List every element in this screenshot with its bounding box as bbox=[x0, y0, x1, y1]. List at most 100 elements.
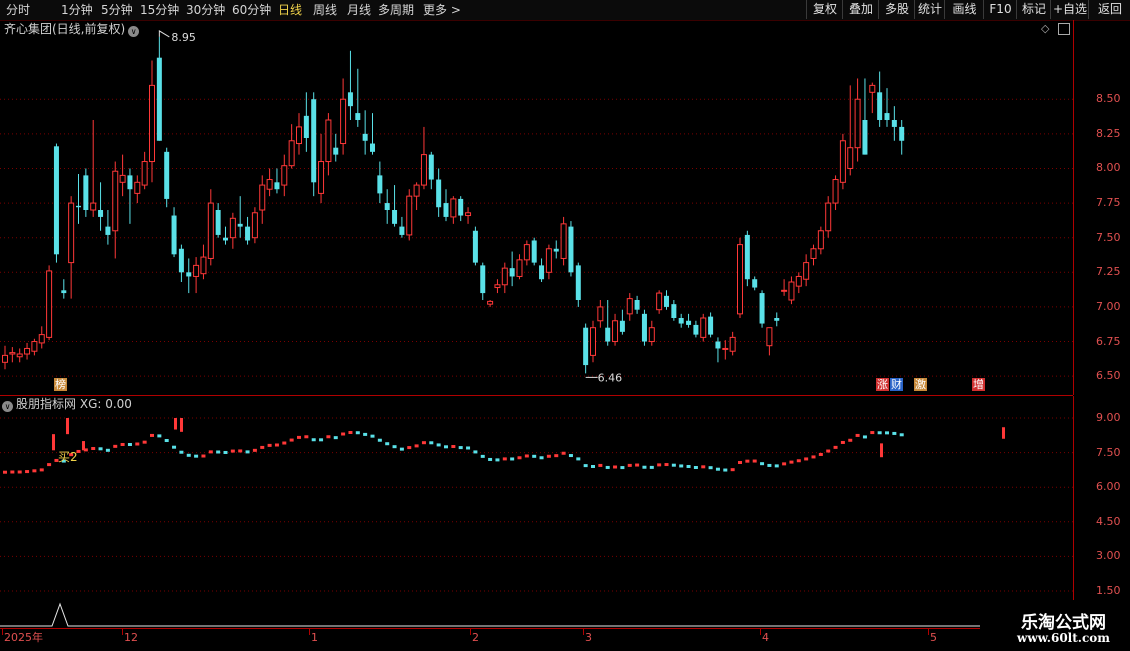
candle-body-up[interactable] bbox=[501, 267, 508, 286]
timeframe-tab-8[interactable]: 月线 bbox=[347, 2, 371, 18]
candle-body-up[interactable] bbox=[487, 300, 494, 305]
overview-strip[interactable] bbox=[0, 600, 1073, 628]
candle-body-down[interactable] bbox=[370, 143, 375, 152]
candle-body-up[interactable] bbox=[612, 320, 619, 343]
candle-body-down[interactable] bbox=[759, 293, 765, 324]
candle-body-down[interactable] bbox=[83, 175, 89, 210]
indicator-pane[interactable]: ∨ 股朋指标网 XG: 0.00 买2 bbox=[0, 396, 1073, 600]
candle-body-down[interactable] bbox=[98, 210, 104, 217]
window-toggle-icon[interactable] bbox=[1058, 23, 1070, 35]
timeframe-tab-1[interactable]: 1分钟 bbox=[61, 2, 93, 18]
candle-body-down[interactable] bbox=[333, 147, 339, 155]
candle-body-down[interactable] bbox=[480, 265, 486, 294]
candle-body-down[interactable] bbox=[671, 304, 677, 318]
timeframe-tab-0[interactable]: 分时 bbox=[6, 2, 30, 18]
chevron-down-icon[interactable]: ∨ bbox=[128, 26, 140, 37]
event-badge[interactable]: 激 bbox=[914, 378, 927, 391]
candle-body-up[interactable] bbox=[832, 179, 839, 204]
candle-body-down[interactable] bbox=[774, 318, 780, 321]
candle-body-down[interactable] bbox=[641, 313, 647, 342]
candle-body-up[interactable] bbox=[869, 84, 876, 93]
candle-body-up[interactable] bbox=[9, 352, 16, 355]
candle-body-down[interactable] bbox=[884, 113, 890, 120]
candle-body-down[interactable] bbox=[458, 198, 464, 216]
candle-body-down[interactable] bbox=[186, 272, 192, 277]
candle-body-up[interactable] bbox=[141, 161, 148, 186]
candle-body-up[interactable] bbox=[494, 284, 501, 289]
candle-body-down[interactable] bbox=[708, 316, 714, 335]
candle-body-down[interactable] bbox=[164, 151, 170, 199]
candle-body-down[interactable] bbox=[472, 230, 478, 263]
candle-body-up[interactable] bbox=[825, 202, 832, 232]
event-badge[interactable]: 涨 bbox=[876, 378, 889, 391]
diamond-icon[interactable]: ◇ bbox=[1041, 23, 1053, 35]
candle-body-up[interactable] bbox=[803, 262, 810, 280]
indicator-chart[interactable] bbox=[0, 396, 1073, 600]
toolbar-button-7[interactable]: +自选 bbox=[1050, 0, 1089, 19]
candle-body-down[interactable] bbox=[362, 133, 368, 141]
candle-body-down[interactable] bbox=[377, 175, 383, 194]
candle-body-down[interactable] bbox=[127, 175, 133, 190]
candle-body-down[interactable] bbox=[384, 203, 390, 210]
candle-body-down[interactable] bbox=[583, 327, 589, 366]
candle-body-down[interactable] bbox=[443, 203, 449, 217]
candle-body-up[interactable] bbox=[266, 179, 273, 190]
candle-body-up[interactable] bbox=[200, 256, 207, 275]
candle-body-down[interactable] bbox=[274, 182, 280, 190]
candle-body-down[interactable] bbox=[553, 248, 559, 252]
candle-body-down[interactable] bbox=[877, 92, 883, 120]
candle-body-up[interactable] bbox=[795, 275, 802, 287]
candle-body-down[interactable] bbox=[237, 223, 243, 227]
candle-body-down[interactable] bbox=[171, 215, 177, 255]
candle-body-down[interactable] bbox=[105, 226, 111, 235]
toolbar-button-2[interactable]: 多股 bbox=[878, 0, 915, 19]
timeframe-tab-7[interactable]: 周线 bbox=[313, 2, 337, 18]
candle-body-up[interactable] bbox=[465, 212, 472, 217]
timeframe-tab-6[interactable]: 日线 bbox=[278, 2, 302, 18]
candle-body-down[interactable] bbox=[311, 99, 317, 183]
candle-body-up[interactable] bbox=[251, 212, 258, 239]
candle-body-up[interactable] bbox=[413, 184, 420, 197]
toolbar-button-6[interactable]: 标记 bbox=[1016, 0, 1051, 19]
candle-body-down[interactable] bbox=[693, 324, 699, 335]
candle-body-up[interactable] bbox=[24, 347, 31, 355]
candle-body-down[interactable] bbox=[392, 210, 398, 224]
candle-body-down[interactable] bbox=[509, 268, 515, 277]
candle-body-down[interactable] bbox=[715, 341, 721, 349]
candle-body-up[interactable] bbox=[90, 202, 97, 211]
candle-body-up[interactable] bbox=[259, 184, 266, 211]
candle-body-up[interactable] bbox=[590, 327, 596, 356]
toolbar-button-5[interactable]: F10 bbox=[983, 0, 1017, 19]
candle-body-up[interactable] bbox=[16, 353, 23, 358]
candle-body-down[interactable] bbox=[539, 265, 545, 280]
candle-body-down[interactable] bbox=[664, 295, 669, 307]
candle-body-up[interactable] bbox=[288, 140, 295, 167]
price-chart-pane[interactable]: 8.95 6.46 齐心集团(日线,前复权) ∨ ◇ 榜 涨财激 增 bbox=[0, 20, 1073, 395]
candle-body-up[interactable] bbox=[648, 327, 655, 343]
timeframe-tab-9[interactable]: 多周期 bbox=[378, 2, 414, 18]
toolbar-button-1[interactable]: 叠加 bbox=[842, 0, 879, 19]
candle-body-down[interactable] bbox=[61, 290, 67, 294]
candle-body-up[interactable] bbox=[788, 281, 795, 301]
candle-body-up[interactable] bbox=[31, 341, 38, 352]
candlestick-chart[interactable]: 8.95 6.46 bbox=[0, 20, 1073, 395]
candle-body-up[interactable] bbox=[597, 306, 604, 322]
candle-body-up[interactable] bbox=[119, 174, 126, 183]
candle-body-up[interactable] bbox=[626, 298, 633, 315]
candle-body-up[interactable] bbox=[523, 244, 530, 261]
candle-body-down[interactable] bbox=[223, 237, 228, 241]
candle-body-up[interactable] bbox=[207, 202, 214, 259]
candle-body-up[interactable] bbox=[810, 248, 817, 259]
candle-body-up[interactable] bbox=[325, 119, 332, 163]
candle-body-up[interactable] bbox=[516, 259, 523, 277]
timeframe-tab-4[interactable]: 30分钟 bbox=[186, 2, 225, 18]
candle-body-up[interactable] bbox=[46, 270, 53, 338]
candle-body-up[interactable] bbox=[656, 292, 663, 311]
candle-body-up[interactable] bbox=[420, 154, 427, 186]
candle-body-down[interactable] bbox=[347, 92, 353, 107]
toolbar-button-4[interactable]: 画线 bbox=[944, 0, 984, 19]
toolbar-button-8[interactable]: 返回 bbox=[1088, 0, 1130, 19]
candle-body-up[interactable] bbox=[281, 165, 288, 186]
candle-body-up[interactable] bbox=[700, 317, 707, 338]
timeframe-tab-2[interactable]: 5分钟 bbox=[101, 2, 133, 18]
